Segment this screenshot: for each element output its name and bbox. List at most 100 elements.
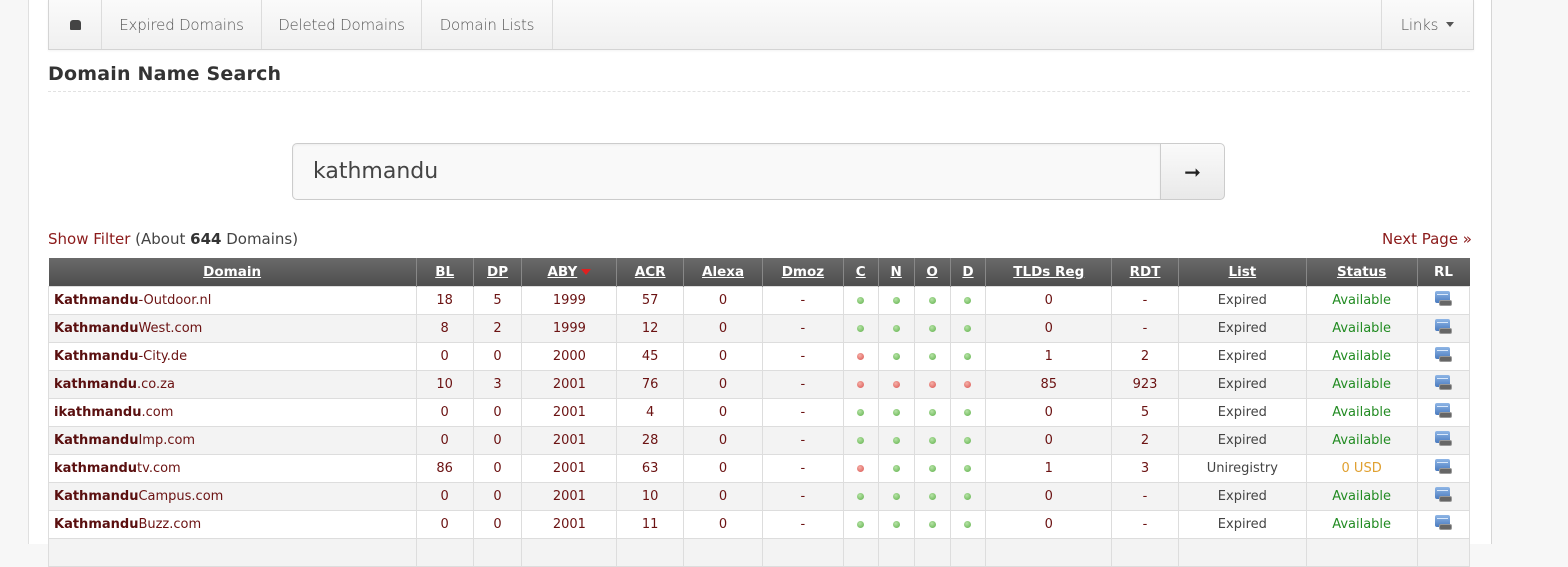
search-button[interactable]: ➞ xyxy=(1160,143,1225,200)
n-status-cell xyxy=(877,454,915,483)
col-aby[interactable]: ABY xyxy=(521,258,618,287)
c-status-cell xyxy=(842,314,879,343)
domain-rest[interactable]: -City.de xyxy=(138,349,187,364)
related-lookup-icon[interactable] xyxy=(1434,458,1452,475)
domain-rest[interactable]: .com xyxy=(141,405,173,420)
domain-keyword[interactable]: Kathmandu xyxy=(54,433,138,448)
n-status-cell xyxy=(877,286,915,315)
domain-rest[interactable]: Buzz.com xyxy=(138,517,201,532)
domain-cell[interactable]: KathmanduImp.com xyxy=(48,426,417,455)
nav-expired-domains[interactable]: Expired Domains xyxy=(102,0,262,49)
taken-dot-icon xyxy=(857,465,865,472)
col-c[interactable]: C xyxy=(843,258,879,287)
domain-cell[interactable] xyxy=(48,538,417,567)
table-body: Kathmandu-Outdoor.nl 18 5 1999 57 0-0- Expired… xyxy=(48,286,1471,567)
col-bl[interactable]: BL xyxy=(416,258,474,287)
rdt-cell: - xyxy=(1111,286,1179,315)
domain-keyword[interactable]: kathmandu xyxy=(54,461,137,476)
domain-keyword[interactable]: Kathmandu xyxy=(54,489,138,504)
dmoz-value: - xyxy=(800,405,806,420)
nav-home[interactable] xyxy=(49,0,102,49)
rl-cell xyxy=(1416,370,1471,399)
col-alexa[interactable]: Alexa xyxy=(683,258,763,287)
col-dmoz[interactable]: Dmoz xyxy=(762,258,844,287)
available-dot-icon xyxy=(892,325,900,332)
domain-cell[interactable]: KathmanduWest.com xyxy=(48,314,417,343)
show-filter-link[interactable]: Show Filter xyxy=(48,230,130,248)
domain-cell[interactable]: Kathmandu-Outdoor.nl xyxy=(48,286,417,315)
tlds-reg-cell: 0 xyxy=(985,482,1113,511)
domain-rest[interactable]: Campus.com xyxy=(138,489,223,504)
available-dot-icon xyxy=(964,437,972,444)
dp-cell: 3 xyxy=(472,370,523,399)
results-about-prefix: (About xyxy=(135,230,191,248)
domain-cell[interactable]: kathmandutv.com xyxy=(48,454,417,483)
o-status-cell xyxy=(913,286,951,315)
status-value[interactable]: 0 USD xyxy=(1342,461,1382,476)
search-input[interactable] xyxy=(292,143,1160,200)
available-dot-icon xyxy=(857,493,865,500)
list-value: Expired xyxy=(1217,405,1267,420)
nav-domain-lists[interactable]: Domain Lists xyxy=(422,0,553,49)
nav-deleted-domains[interactable]: Deleted Domains xyxy=(262,0,422,49)
tlds-reg-cell xyxy=(985,538,1113,567)
domain-keyword[interactable]: Kathmandu xyxy=(54,349,138,364)
acr-cell: 10 xyxy=(616,482,685,511)
aby-value: 2000 xyxy=(552,349,586,364)
table-row xyxy=(48,538,1471,567)
domain-keyword[interactable]: Kathmandu xyxy=(54,321,138,336)
col-domain[interactable]: Domain xyxy=(48,258,417,287)
d-status-cell xyxy=(949,370,987,399)
related-lookup-icon[interactable] xyxy=(1434,290,1452,307)
list-value: Expired xyxy=(1217,489,1267,504)
list-cell: Expired xyxy=(1177,370,1307,399)
related-lookup-icon[interactable] xyxy=(1434,402,1452,419)
col-status[interactable]: Status xyxy=(1306,258,1418,287)
domain-keyword[interactable]: Kathmandu xyxy=(54,293,138,308)
bl-cell: 0 xyxy=(415,398,474,427)
rdt-value: 2 xyxy=(1140,349,1150,364)
dp-cell: 5 xyxy=(472,286,523,315)
domain-rest[interactable]: West.com xyxy=(138,321,202,336)
related-lookup-icon[interactable] xyxy=(1434,318,1452,335)
related-lookup-icon[interactable] xyxy=(1434,514,1452,531)
tlds-reg-value: 0 xyxy=(1044,405,1053,420)
domain-cell[interactable]: Kathmandu-City.de xyxy=(48,342,417,371)
col-dp[interactable]: DP xyxy=(473,258,523,287)
aby-value: 2001 xyxy=(552,489,586,504)
domain-keyword[interactable]: kathmandu xyxy=(54,377,137,392)
next-page-link[interactable]: Next Page » xyxy=(1382,230,1472,248)
related-lookup-icon[interactable] xyxy=(1434,430,1452,447)
domain-rest[interactable]: tv.com xyxy=(137,461,181,476)
related-lookup-icon[interactable] xyxy=(1434,346,1452,363)
col-d[interactable]: D xyxy=(950,258,987,287)
dmoz-cell: - xyxy=(761,482,844,511)
tlds-reg-value: 85 xyxy=(1040,377,1058,392)
bl-cell: 0 xyxy=(415,482,474,511)
domain-cell[interactable]: KathmanduBuzz.com xyxy=(48,510,417,539)
col-list[interactable]: List xyxy=(1178,258,1307,287)
col-o[interactable]: O xyxy=(914,258,951,287)
col-tlds-reg[interactable]: TLDs Reg xyxy=(985,258,1113,287)
domain-cell[interactable]: kathmandu.co.za xyxy=(48,370,417,399)
domain-rest[interactable]: Imp.com xyxy=(138,433,195,448)
dp-cell: 0 xyxy=(472,454,523,483)
page-container: Expired Domains Deleted Domains Domain L… xyxy=(28,0,1492,567)
related-lookup-icon[interactable] xyxy=(1434,486,1452,503)
col-n[interactable]: N xyxy=(878,258,915,287)
domain-cell[interactable]: ikathmandu.com xyxy=(48,398,417,427)
domain-rest[interactable]: .co.za xyxy=(137,377,175,392)
list-value: Expired xyxy=(1217,517,1267,532)
domain-keyword[interactable]: ikathmandu xyxy=(54,405,141,420)
col-rdt[interactable]: RDT xyxy=(1111,258,1179,287)
status-value: Available xyxy=(1332,405,1392,420)
available-dot-icon xyxy=(892,437,900,444)
dp-cell: 0 xyxy=(472,510,523,539)
domain-cell[interactable]: KathmanduCampus.com xyxy=(48,482,417,511)
domain-rest[interactable]: -Outdoor.nl xyxy=(138,293,211,308)
nav-links-dropdown[interactable]: Links xyxy=(1381,0,1473,49)
aby-cell: 2000 xyxy=(521,342,618,371)
related-lookup-icon[interactable] xyxy=(1434,374,1452,391)
col-acr[interactable]: ACR xyxy=(616,258,685,287)
domain-keyword[interactable]: Kathmandu xyxy=(54,517,138,532)
